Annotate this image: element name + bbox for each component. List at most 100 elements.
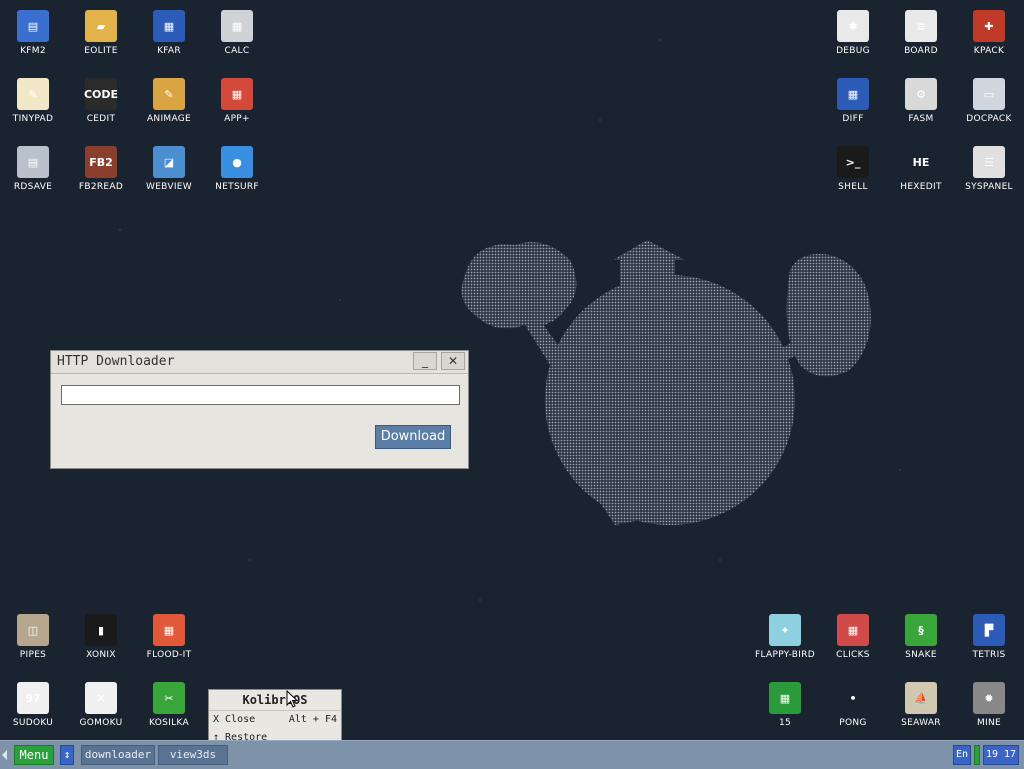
desktop-icon-eolite[interactable]: ▰ EOLITE [65,2,137,66]
desktop-icon-label: HEXEDIT [900,182,942,192]
paint-icon: ✎ [153,78,185,110]
wrench-icon: ✚ [973,10,1005,42]
browser-icon: ◪ [153,146,185,178]
close-button[interactable]: ✕ [441,352,465,370]
desktop-icon-label: CALC [224,46,250,56]
desktop-icon-tetris[interactable]: ▛ TETRIS [953,606,1024,670]
desktop-icon-label: MINE [976,718,1002,728]
desktop-icon-shell[interactable]: >_ SHELL [817,138,889,202]
calculator-icon: ▦ [221,10,253,42]
desktop-icon-gomoku[interactable]: ✕ GOMOKU [65,674,137,738]
desktop-icon-sudoku[interactable]: 97 SUDOKU [0,674,69,738]
desktop-icon-xonix[interactable]: ▮ XONIX [65,606,137,670]
taskbar-left-arrow-icon[interactable] [2,750,7,760]
terminal-icon: >_ [837,146,869,178]
ship-icon: ⛵ [905,682,937,714]
desktop-icon-label: FASM [908,114,934,124]
context-menu-title: KolibriOS [209,690,341,711]
desktop-icon-label: KPACK [973,46,1005,56]
url-input[interactable] [61,385,460,405]
desktop-icon-label: RDSAVE [13,182,53,192]
assembler-icon: ⚙ [905,78,937,110]
desktop-icon-label: PONG [839,718,867,728]
desktop-icon-kfm2[interactable]: ▤ KFM2 [0,2,69,66]
sudoku-icon: 97 [17,682,49,714]
desktop-icon-label: APP+ [224,114,250,124]
desktop-icon-label: TINYPAD [12,114,54,124]
notepad-icon: ✎ [17,78,49,110]
ramdisk-save-icon: ▤ [17,146,49,178]
desktop-icon-pong[interactable]: • PONG [817,674,889,738]
desktop-icon-tinypad[interactable]: ✎ TINYPAD [0,70,69,134]
window-title: HTTP Downloader [57,354,175,369]
language-indicator[interactable]: En [953,745,971,765]
pong-icon: • [837,682,869,714]
planet-house-wallpaper [461,240,871,525]
desktop-icon-kosilka[interactable]: ✂ KOSILKA [133,674,205,738]
desktop-icon-rdsave[interactable]: ▤ RDSAVE [0,138,69,202]
taskbar: Menu ↕ downloader view3ds En 19 17 [0,740,1024,769]
desktop-icon-fb2read[interactable]: FB2 FB2READ [65,138,137,202]
desktop-icon-kfar[interactable]: ▦ KFAR [133,2,205,66]
desktop-icon-seawar[interactable]: ⛵ SEAWAR [885,674,957,738]
mine-icon: ✹ [973,682,1005,714]
desktop-icon-label: DIFF [842,114,864,124]
desktop-icon-pipes[interactable]: ◫ PIPES [0,606,69,670]
menu-button[interactable]: Menu [14,745,54,765]
minimize-button[interactable]: _ [413,352,437,370]
pipes-icon: ◫ [17,614,49,646]
flood-it-icon: ▦ [153,614,185,646]
desktop-icon-label: FLOOD-IT [146,650,192,660]
rubiks-cube-icon: ▦ [221,78,253,110]
desktop-icon-snake[interactable]: § SNAKE [885,606,957,670]
clicks-icon: ▦ [837,614,869,646]
snake-icon: § [905,614,937,646]
menu-item-close-label: X Close [213,714,256,725]
desktop-icon-hexedit[interactable]: HE HEXEDIT [885,138,957,202]
download-button[interactable]: Download [375,425,451,449]
desktop-icon-label: CEDIT [86,114,116,124]
diff-icon: ▦ [837,78,869,110]
desktop-icon-15[interactable]: ▦ 15 [749,674,821,738]
task-button-view3ds[interactable]: view3ds [158,745,228,765]
http-downloader-window: HTTP Downloader _ ✕ Download [50,350,469,469]
desktop-icon-label: PIPES [19,650,47,660]
desktop-icon-fasm[interactable]: ⚙ FASM [885,70,957,134]
desktop-icon-flappy-bird[interactable]: ✦ FLAPPY-BIRD [749,606,821,670]
desktop-icon-kpack[interactable]: ✚ KPACK [953,2,1024,66]
status-indicator [974,745,980,765]
arrows-icon[interactable]: ↕ [60,745,74,765]
task-button-downloader[interactable]: downloader [81,745,155,765]
desktop-icon-label: SYSPANEL [965,182,1013,192]
desktop-icon-label: KFAR [157,46,181,56]
desktop-icon-syspanel[interactable]: ☰ SYSPANEL [953,138,1024,202]
window-titlebar[interactable]: HTTP Downloader _ ✕ [51,351,468,374]
desktop-icon-label: GOMOKU [79,718,123,728]
desktop-icon-flood-it[interactable]: ▦ FLOOD-IT [133,606,205,670]
desktop-icon-app-[interactable]: ▦ APP+ [201,70,273,134]
desktop-icon-calc[interactable]: ▦ CALC [201,2,273,66]
menu-item-close-shortcut: Alt + F4 [288,714,337,725]
desktop-icon-animage[interactable]: ✎ ANIMAGE [133,70,205,134]
desktop-icon-debug[interactable]: ✱ DEBUG [817,2,889,66]
clock[interactable]: 19 17 [983,745,1019,765]
desktop-icon-label: FB2READ [78,182,124,192]
desktop-icon-diff[interactable]: ▦ DIFF [817,70,889,134]
desktop-icon-label: KOSILKA [149,718,189,728]
desktop-icon-netsurf[interactable]: ● NETSURF [201,138,273,202]
desktop-icon-label: FLAPPY-BIRD [755,650,815,660]
desktop-icon-label: KFM2 [20,46,46,56]
book-icon: FB2 [85,146,117,178]
desktop-icon-label: CLICKS [836,650,870,660]
desktop-icon-mine[interactable]: ✹ MINE [953,674,1024,738]
mouse-cursor-icon [286,690,298,708]
desktop-icon-cedit[interactable]: CODE CEDIT [65,70,137,134]
desktop-icon-webview[interactable]: ◪ WEBVIEW [133,138,205,202]
menu-item-close[interactable]: X Close Alt + F4 [209,711,341,729]
desktop-icon-docpack[interactable]: ▭ DOCPACK [953,70,1024,134]
desktop-icon-label: TETRIS [972,650,1006,660]
desktop-icon-clicks[interactable]: ▦ CLICKS [817,606,889,670]
hex-editor-icon: HE [905,146,937,178]
desktop-icon-label: SUDOKU [12,718,54,728]
desktop-icon-board[interactable]: ≡ BOARD [885,2,957,66]
